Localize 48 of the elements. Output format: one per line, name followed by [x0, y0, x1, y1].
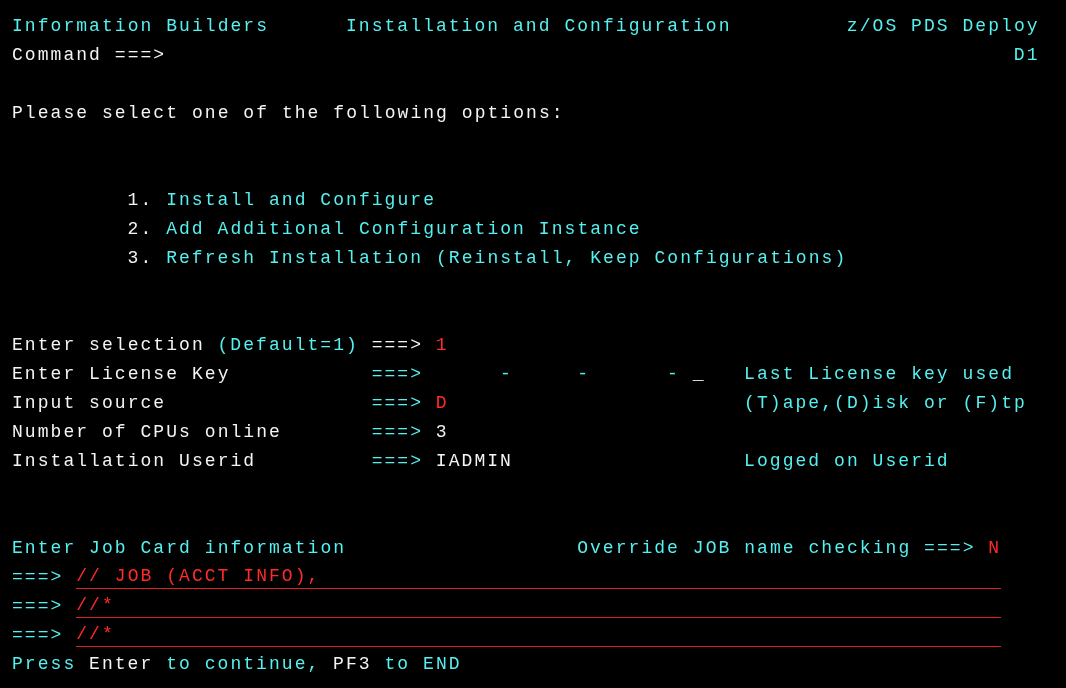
key-separator: -: [667, 362, 680, 386]
option-label: Add Additional Configuration Instance: [166, 217, 642, 241]
field-help: Logged on Userid: [744, 449, 950, 473]
job-card-field[interactable]: // JOB (ACCT INFO),: [76, 564, 1001, 589]
input-field[interactable]: D: [435, 390, 449, 415]
screen-title: Installation and Configuration: [345, 14, 732, 38]
field-prompt: ===>: [12, 594, 64, 618]
option-label: Refresh Installation (Reinstall, Keep Configurations): [166, 246, 847, 270]
text-cursor: _: [692, 362, 706, 386]
key-separator: -: [577, 362, 590, 386]
option-number: 1.: [127, 188, 154, 212]
section-title: Enter Job Card information: [12, 536, 346, 560]
footer-text: Press: [12, 652, 77, 676]
vendor-title: Information Builders: [12, 14, 269, 38]
field-help: (T)ape,(D)isk or (F)tp: [744, 391, 1027, 415]
input-field[interactable]: 1: [435, 332, 449, 357]
job-card-field[interactable]: //*: [76, 593, 1001, 618]
field-value: IADMIN: [435, 449, 513, 473]
panel-id: D1: [1013, 43, 1040, 67]
field-prompt: ===>: [371, 333, 423, 357]
field-prompt: ===>: [371, 391, 423, 415]
field-label: Number of CPUs online: [12, 420, 282, 444]
override-label: Override JOB name checking ===>: [577, 536, 976, 560]
field-value: 3: [435, 420, 449, 444]
input-field[interactable]: N: [988, 535, 1001, 560]
option-number: 3.: [127, 246, 154, 270]
footer-text: to END: [384, 652, 462, 676]
default-note: (Default=1): [217, 333, 359, 357]
field-label: Installation Userid: [12, 449, 257, 473]
key-separator: -: [500, 362, 513, 386]
footer-text: PF3: [333, 652, 372, 676]
field-label: Input source: [12, 391, 167, 415]
product-title: z/OS PDS Deploy: [846, 14, 1040, 38]
field-prompt: ===>: [371, 420, 423, 444]
field-prompt: ===>: [371, 362, 423, 386]
field-prompt: ===>: [12, 623, 64, 647]
field-prompt: ===>: [371, 449, 423, 473]
option-number: 2.: [127, 217, 154, 241]
field-help: Last License key used: [744, 362, 1014, 386]
footer-text: to continue,: [166, 652, 321, 676]
field-prompt: ===>: [12, 565, 64, 589]
field-label: Enter License Key: [12, 362, 231, 386]
footer-text: Enter: [89, 652, 154, 676]
job-card-field[interactable]: //*: [76, 622, 1001, 647]
command-label: Command ===>: [12, 43, 167, 67]
field-label: Enter selection: [12, 333, 205, 357]
instruction-text: Please select one of the following options:: [12, 101, 565, 125]
option-label: Install and Configure: [166, 188, 436, 212]
